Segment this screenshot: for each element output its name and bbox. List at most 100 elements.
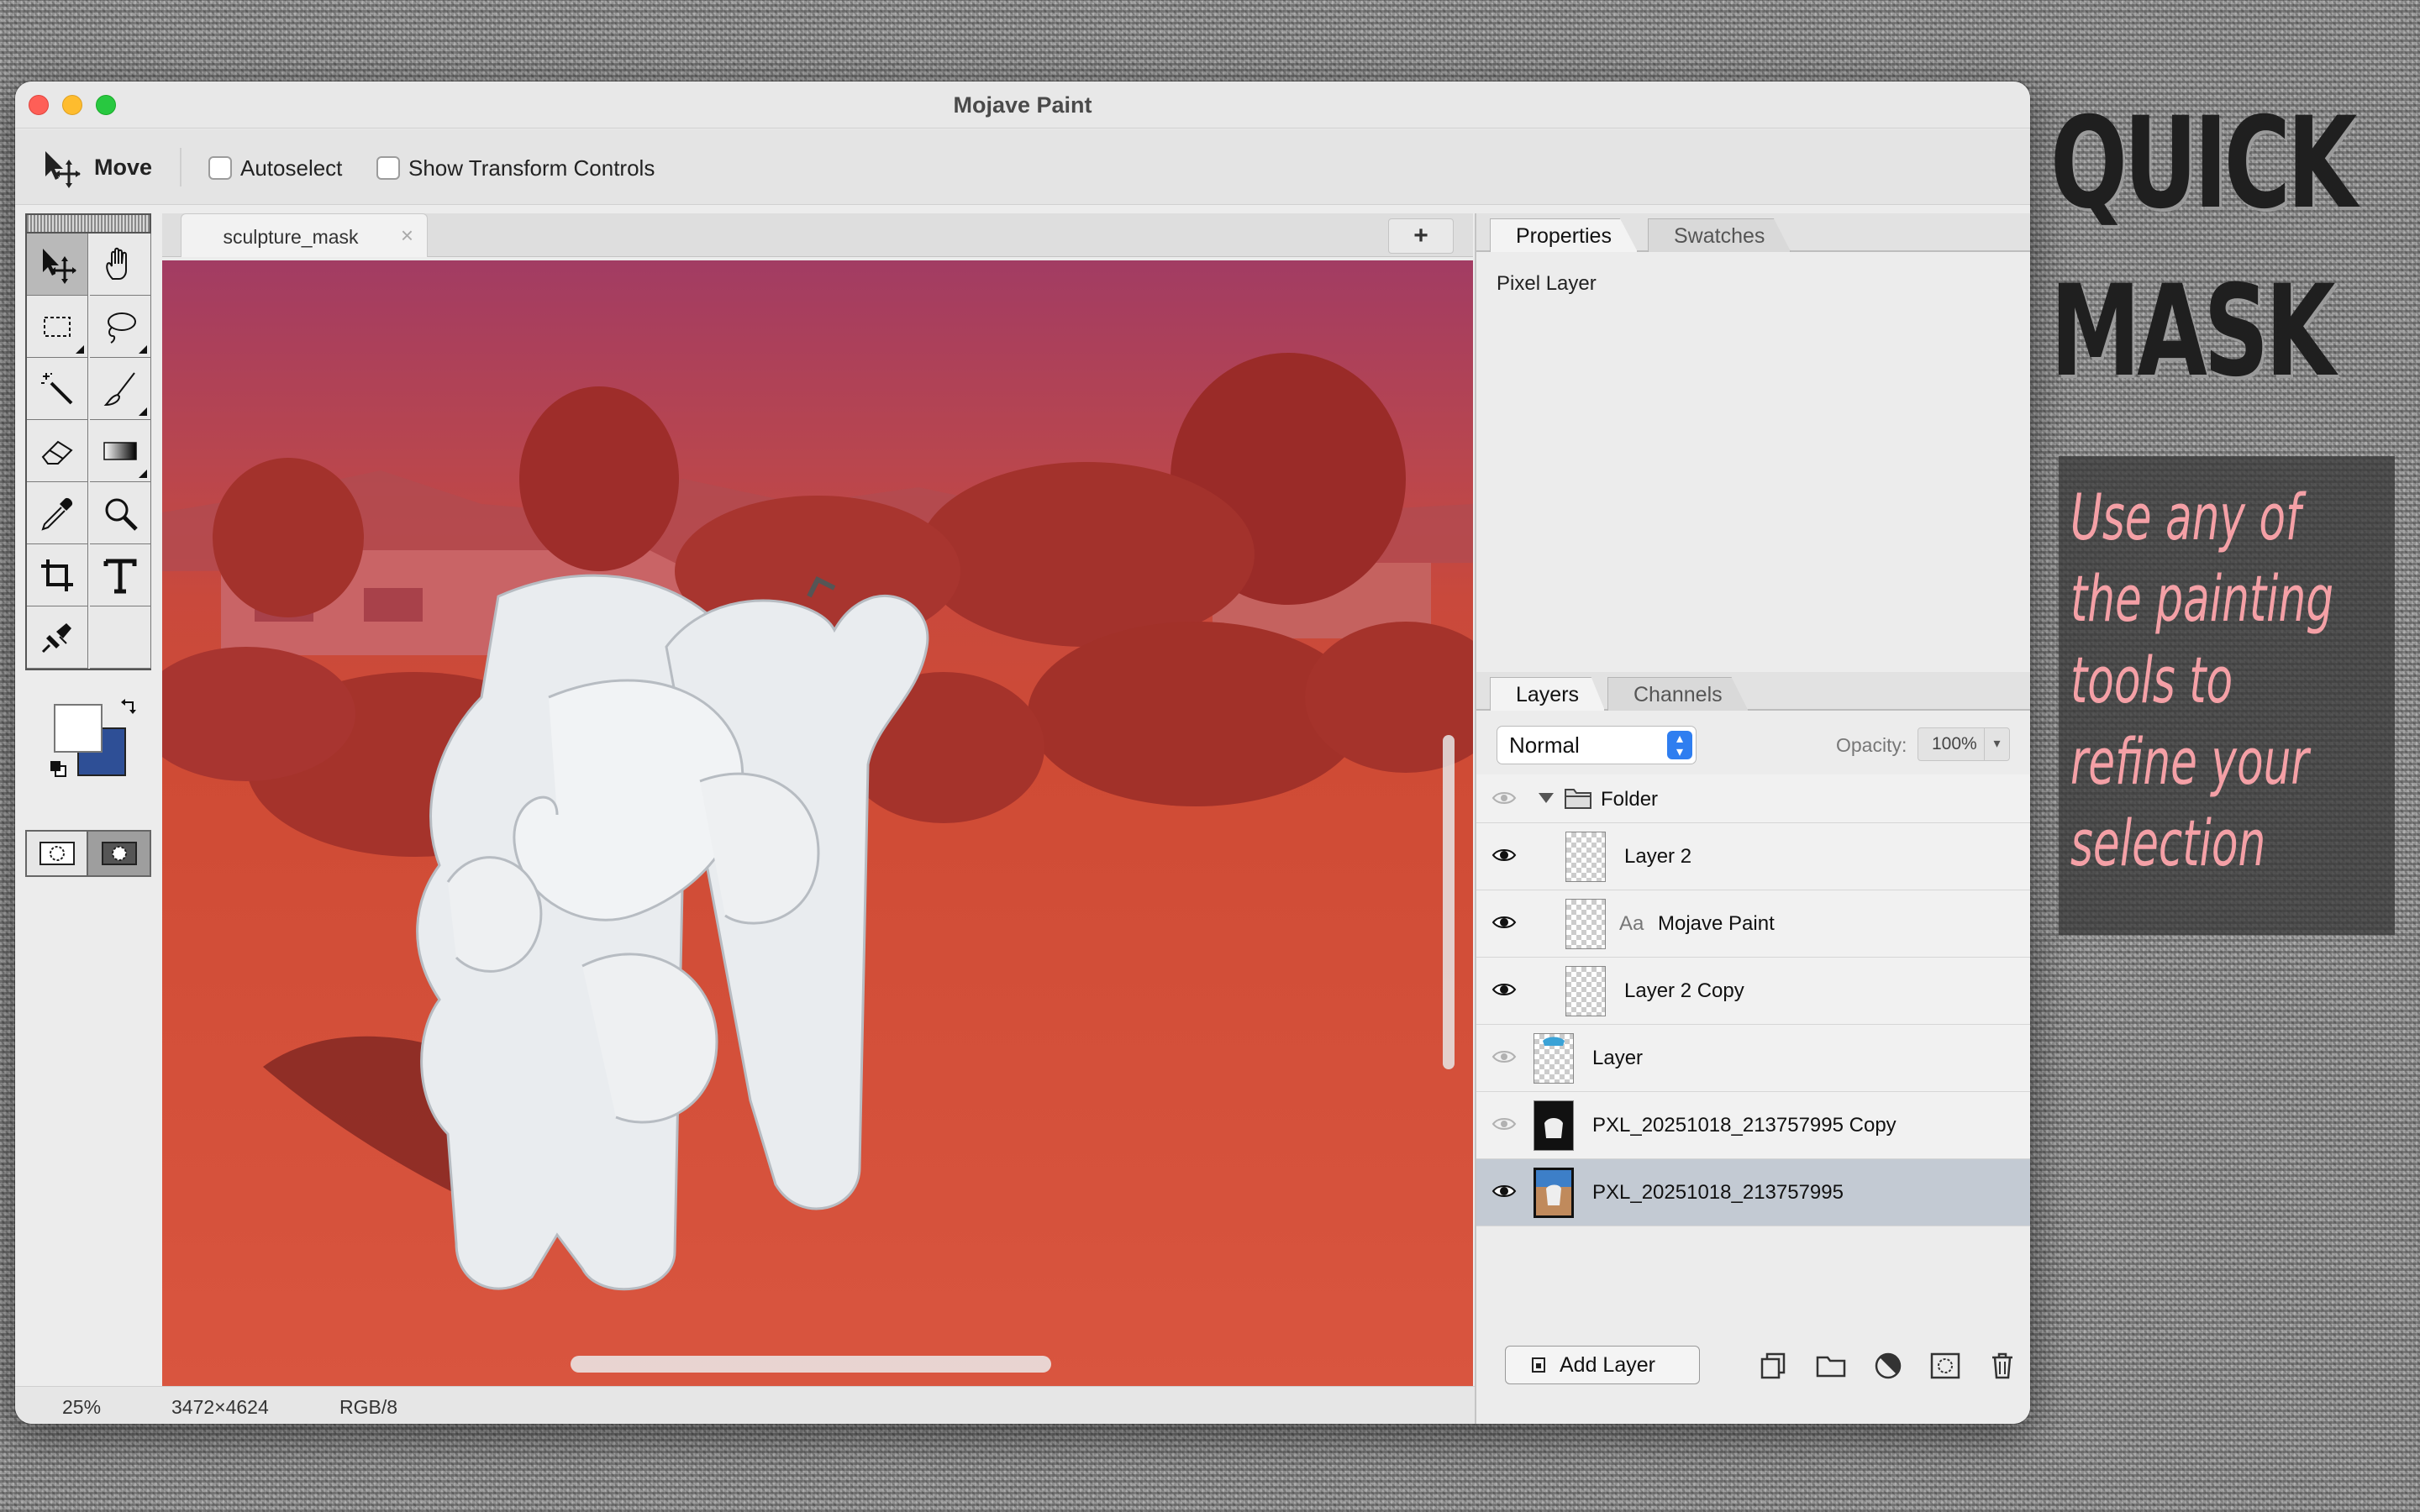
layer-name: Layer 2 [1624,845,1692,868]
move-icon [43,248,76,284]
add-layer-button[interactable]: Add Layer [1505,1346,1700,1384]
layer-mask-icon[interactable] [1930,1351,1960,1381]
layer-thumbnail [1565,832,1606,882]
eyedropper-tool[interactable] [27,482,88,544]
gradient-tool[interactable] [90,420,151,482]
new-document-button[interactable]: + [1388,218,1454,254]
eraser-tool[interactable] [27,420,88,482]
tab-properties[interactable]: Properties [1490,218,1638,252]
tab-layers[interactable]: Layers [1490,677,1606,711]
layer-row[interactable]: Aa Mojave Paint [1476,890,2030,958]
trash-icon[interactable] [1987,1351,2018,1381]
layer-thumbnail [1534,1168,1574,1218]
text-layer-marker: Aa [1619,912,1644,935]
image-canvas[interactable] [162,260,1473,1386]
promo-title-line-1: QUICK [2050,91,2357,237]
tab-channels[interactable]: Channels [1607,677,1749,711]
promo-caption: Use any of the painting tools to refine … [2070,476,2391,884]
blend-mode-select[interactable]: Normal ▴ ▾ [1497,726,1697,764]
layer-row[interactable]: PXL_20251018_213757995 [1476,1159,2030,1226]
text-tool[interactable] [90,544,151,606]
visibility-eye-icon[interactable] [1491,981,1517,998]
quick-mask-icon [101,842,137,865]
swap-colors-icon[interactable] [119,696,139,716]
promo-caption-line: refine your [2070,724,2309,799]
layer-row[interactable]: PXL_20251018_213757995 Copy [1476,1092,2030,1159]
document-tab[interactable]: sculpture_mask × [181,213,428,257]
disclosure-triangle-icon[interactable] [1537,791,1555,805]
eyedropper-icon [41,497,73,531]
close-tab-icon[interactable]: × [401,223,413,249]
tab-swatches[interactable]: Swatches [1648,218,1791,252]
window-title: Mojave Paint [953,92,1092,118]
add-layer-icon [1532,1357,1545,1373]
blend-mode-value: Normal [1509,732,1580,758]
gradient-icon [103,441,137,460]
adjustment-layer-icon[interactable] [1873,1351,1903,1381]
rect-select-tool[interactable] [27,296,88,358]
crop-tool[interactable] [27,544,88,606]
lasso-tool[interactable] [90,296,151,358]
layer-row[interactable]: Layer [1476,1025,2030,1092]
standard-mode-button[interactable] [27,832,89,875]
layer-row[interactable]: Folder [1476,774,2030,823]
hand-tool[interactable] [90,234,151,296]
new-folder-icon[interactable] [1816,1351,1846,1381]
duplicate-layer-icon[interactable] [1759,1351,1789,1381]
properties-tab-bar: Properties Swatches [1476,213,2030,252]
crop-icon [41,559,73,591]
submenu-indicator [139,470,147,478]
promo-title: QUICK MASK [2050,80,2357,416]
layer-thumbnail-image [1536,1170,1571,1215]
zoom-level[interactable]: 25% [62,1396,101,1419]
foreground-color-swatch[interactable] [54,704,103,753]
active-tool-name: Move [94,155,153,180]
clone-stamp-icon [41,622,71,653]
horizontal-scrollbar[interactable] [571,1356,1051,1373]
opacity-label: Opacity: [1836,734,1907,756]
visibility-eye-icon[interactable] [1491,847,1517,864]
empty-tool-slot [90,606,151,669]
brush-icon [103,371,135,406]
text-icon [103,559,137,593]
add-layer-label: Add Layer [1560,1353,1655,1377]
layers-footer: Add Layer [1476,1327,2030,1411]
quick-mask-mode-button[interactable] [88,832,150,875]
layer-row[interactable]: Layer 2 [1476,823,2030,890]
move-tool[interactable] [27,234,88,296]
clone-tool[interactable] [27,606,88,669]
visibility-eye-icon[interactable] [1491,790,1517,806]
submenu-indicator [139,345,147,354]
folder-icon [1565,789,1591,809]
promo-caption-box: Use any of the painting tools to refine … [2059,456,2395,935]
layer-name: PXL_20251018_213757995 Copy [1592,1114,1897,1137]
move-tool-icon [45,151,81,188]
tools-panel-grip[interactable] [25,213,151,234]
tools-panel [25,213,155,877]
visibility-eye-icon[interactable] [1491,1116,1517,1132]
vertical-scrollbar[interactable] [1443,735,1455,1069]
default-colors-icon[interactable] [49,759,67,778]
zoom-tool[interactable] [90,482,151,544]
show-transform-controls-checkbox[interactable] [376,156,400,180]
opacity-input[interactable]: 100% ▾ [1918,727,2010,761]
submenu-indicator [139,407,147,416]
visibility-eye-icon[interactable] [1491,1048,1517,1065]
opacity-dropdown-icon[interactable]: ▾ [1984,728,2009,760]
layers-panel: Layers Channels Normal ▴ ▾ Opacity: 100% … [1476,672,2030,1424]
layer-row[interactable]: Layer 2 Copy [1476,958,2030,1025]
layer-name: Layer 2 Copy [1624,979,1744,1002]
visibility-eye-icon[interactable] [1491,914,1517,931]
canvas-image [162,353,1473,1291]
magnifier-icon [105,498,138,531]
layer-thumbnail-image [1544,1118,1563,1138]
magic-wand-tool[interactable] [27,358,88,420]
tool-options-bar: Move Autoselect Show Transform Controls [15,129,2030,205]
layer-type-label: Pixel Layer [1497,272,1597,295]
tool-grid [25,234,151,670]
brush-tool[interactable] [90,358,151,420]
visibility-eye-icon[interactable] [1491,1183,1517,1200]
image-dimensions: 3472×4624 [171,1396,269,1418]
autoselect-checkbox[interactable] [208,156,232,180]
color-wells [25,696,151,788]
